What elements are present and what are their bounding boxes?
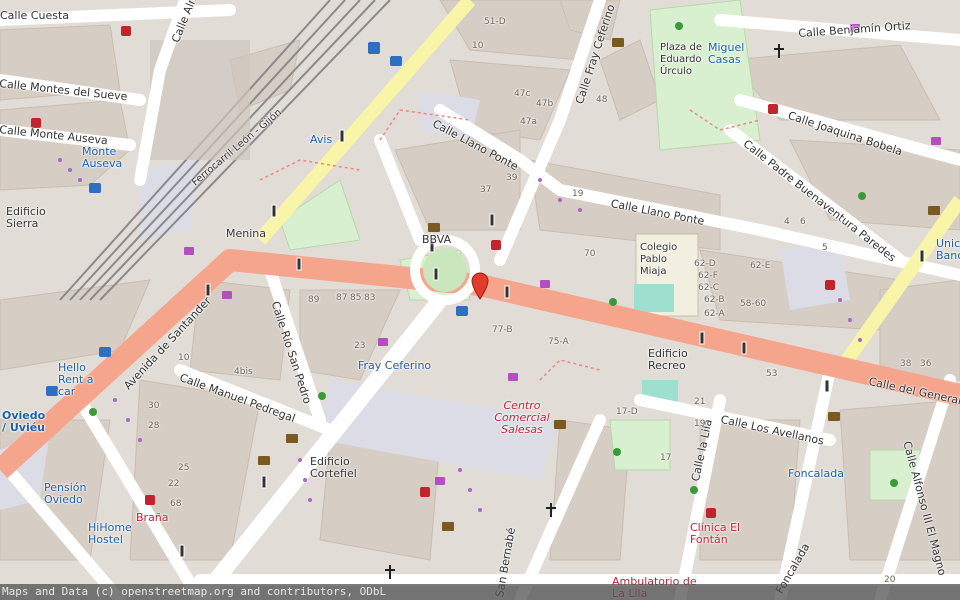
poi-label-oviedo-station: Oviedo / Uviéu: [2, 409, 46, 434]
poi-label-clinica: Clínica El Fontán: [690, 521, 741, 546]
house-number: 4bis: [234, 367, 253, 377]
house-number: 87: [336, 293, 348, 303]
house-number: 53: [766, 369, 778, 379]
poi-label-hihome: HiHome Hostel: [88, 521, 132, 546]
house-number: 22: [168, 479, 180, 489]
house-number: 47a: [520, 117, 537, 127]
house-number: 10: [178, 353, 190, 363]
house-number: 25: [178, 463, 190, 473]
place-label-edificio-cortefiel: Edificio Cortefiel: [310, 455, 357, 480]
house-number: 23: [354, 341, 366, 351]
map-attribution[interactable]: Maps and Data (c) openstreetmap.org and …: [0, 584, 960, 600]
poi-label-avis: Avis: [310, 133, 333, 146]
house-number: 30: [148, 401, 160, 411]
location-pin-icon[interactable]: [471, 272, 489, 300]
house-number: 39: [506, 173, 518, 183]
house-number: 62-F: [698, 271, 718, 281]
house-number: 48: [596, 95, 608, 105]
house-number: 62-B: [704, 295, 725, 305]
house-number: 28: [148, 421, 160, 431]
poi-label-monte-auseva: Monte Auseva: [82, 145, 123, 170]
poi-label-menina: Menina: [226, 227, 266, 240]
place-label-edificio-recreo: Edificio Recreo: [648, 347, 688, 372]
map-canvas[interactable]: Calle Cuesta Calle Almacenes Calle Monte…: [0, 0, 960, 600]
house-number: 62-C: [698, 283, 719, 293]
house-number: 47c: [514, 89, 531, 99]
house-number: 51-D: [484, 17, 506, 27]
poi-label-foncalada-stop: Foncalada: [788, 467, 844, 480]
house-number: 83: [364, 293, 376, 303]
house-number: 58-60: [740, 299, 767, 309]
house-number: 47b: [536, 99, 554, 109]
house-number: 10: [472, 41, 484, 51]
house-number: 37: [480, 185, 492, 195]
place-label-plaza: Plaza de Eduardo Úrculo: [660, 42, 702, 77]
poi-label-unicaja: Unicaja Banco: [936, 238, 960, 262]
house-number: 77-B: [492, 325, 513, 335]
house-number: 62-D: [694, 259, 716, 269]
house-number: 17: [660, 453, 672, 463]
house-number: 85: [350, 293, 362, 303]
house-number: 19: [572, 189, 584, 199]
house-number: 4: [784, 217, 790, 227]
house-number: 75-A: [548, 337, 569, 347]
house-number: 19: [694, 419, 706, 429]
street-label-cuesta: Calle Cuesta: [0, 9, 70, 22]
poi-label-pension: Pensión Oviedo: [44, 481, 87, 506]
house-number: 17-D: [616, 407, 638, 417]
house-number: 62-A: [704, 309, 725, 319]
poi-label-hello-rent: Hello Rent a car: [58, 361, 94, 398]
house-number: 70: [584, 249, 596, 259]
place-label-edificio-sierra: Edificio Sierra: [6, 205, 46, 230]
house-number: 6: [800, 217, 806, 227]
house-number: 5: [822, 243, 828, 253]
poi-label-fray-ceferino-stop: Fray Ceferino: [358, 359, 432, 372]
house-number: 38: [900, 359, 912, 369]
house-number: 21: [694, 397, 706, 407]
place-label-colegio: Colegio Pablo Miaja: [640, 242, 678, 277]
house-number: 62-E: [750, 261, 771, 271]
map-tiles[interactable]: [0, 0, 960, 600]
poi-label-bbva: BBVA: [422, 233, 452, 246]
house-number: 36: [920, 359, 932, 369]
poi-label-miguel-casas: Miguel Casas: [708, 41, 745, 66]
house-number: 89: [308, 295, 320, 305]
poi-label-centro-comercial: Centro Comercial Salesas: [494, 399, 550, 436]
house-number: 68: [170, 499, 182, 509]
poi-label-brana: Braña: [136, 511, 169, 524]
